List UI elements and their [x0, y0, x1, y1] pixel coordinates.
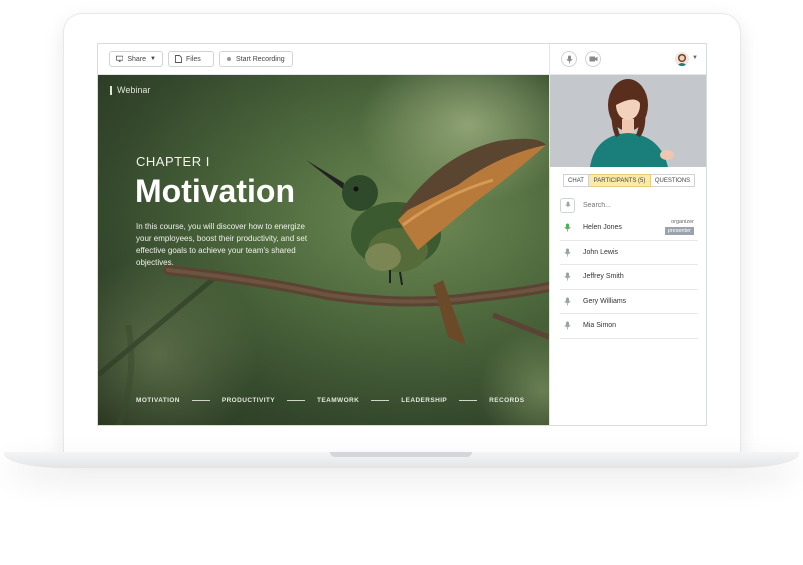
presentation-slide: Webinar CHAPTER I Motivation In this cou…: [98, 75, 549, 425]
share-label: Share: [127, 55, 147, 63]
topic-records[interactable]: RECORDS: [489, 397, 524, 404]
topic-divider: [287, 400, 306, 401]
tab-chat[interactable]: CHAT: [563, 174, 589, 187]
record-label: Start Recording: [236, 55, 285, 63]
app-screen: Share ▼ Files Start Recording Webinar CH…: [97, 43, 707, 426]
topic-leadership[interactable]: LEADERSHIP: [401, 397, 447, 404]
presenter-video: [550, 75, 706, 167]
camera-button[interactable]: [585, 51, 601, 67]
topic-divider: [191, 400, 210, 401]
participant-list: Helen Jones organizer presenter John Lew…: [560, 216, 698, 339]
participant-row[interactable]: Jeffrey Smith: [560, 265, 698, 290]
topic-motivation[interactable]: MOTIVATION: [136, 397, 180, 404]
participant-name: Jeffrey Smith: [583, 273, 624, 281]
microphone-button[interactable]: [561, 51, 577, 67]
side-panel: ▼ CHAT PARTICIPANTS (5) QUESTIONS Search…: [549, 44, 706, 425]
participant-name: Helen Jones: [583, 224, 622, 232]
chevron-down-icon: ▼: [150, 56, 156, 62]
participant-name: Mia Simon: [583, 322, 617, 330]
topic-navigation: MOTIVATION PRODUCTIVITY TEAMWORK LEADERS…: [136, 397, 524, 404]
start-recording-button[interactable]: Start Recording: [219, 51, 293, 67]
webinar-marker: [110, 85, 112, 95]
search-input[interactable]: [583, 201, 683, 209]
microphone-icon: [564, 201, 571, 207]
slide-description: In this course, you will discover how to…: [136, 222, 308, 267]
slide-title: Motivation: [135, 173, 295, 209]
microphone-icon[interactable]: [560, 223, 575, 232]
microphone-icon[interactable]: [560, 297, 575, 306]
monitor-icon: [116, 55, 124, 62]
chevron-down-icon[interactable]: ▼: [692, 55, 698, 61]
user-avatar[interactable]: [675, 52, 689, 66]
participant-row[interactable]: Gery Williams: [560, 290, 698, 314]
record-icon: [227, 57, 231, 61]
participant-row[interactable]: Helen Jones organizer presenter: [560, 216, 698, 241]
microphone-icon[interactable]: [560, 248, 575, 257]
organizer-badge: organizer: [671, 219, 694, 225]
toolbar: Share ▼ Files Start Recording: [98, 44, 549, 75]
participant-name: John Lewis: [583, 248, 619, 256]
participant-badges: organizer presenter: [664, 219, 694, 235]
tab-questions[interactable]: QUESTIONS: [651, 174, 695, 187]
topic-divider: [371, 400, 390, 401]
share-button[interactable]: Share ▼: [109, 51, 163, 67]
files-button[interactable]: Files: [168, 51, 214, 67]
file-icon: [175, 55, 182, 63]
microphone-icon: [565, 55, 573, 63]
topic-divider: [459, 400, 478, 401]
participant-row[interactable]: John Lewis: [560, 241, 698, 265]
tab-participants[interactable]: PARTICIPANTS (5): [589, 174, 651, 187]
files-label: Files: [186, 55, 201, 63]
presenter-badge: presenter: [664, 227, 694, 235]
panel-tabs: CHAT PARTICIPANTS (5) QUESTIONS: [563, 174, 695, 187]
participant-row[interactable]: Mia Simon: [560, 314, 698, 339]
laptop-notch: [330, 452, 472, 457]
participant-search: [560, 197, 698, 213]
mute-all-button[interactable]: [560, 197, 575, 213]
topic-teamwork[interactable]: TEAMWORK: [317, 397, 359, 404]
media-controls: ▼: [550, 44, 706, 75]
camera-icon: [589, 56, 597, 62]
chapter-label: CHAPTER I: [136, 154, 210, 169]
webinar-label: Webinar: [110, 85, 150, 95]
topic-productivity[interactable]: PRODUCTIVITY: [222, 397, 275, 404]
microphone-icon[interactable]: [560, 321, 575, 330]
participant-name: Gery Williams: [583, 297, 627, 305]
microphone-icon[interactable]: [560, 272, 575, 281]
